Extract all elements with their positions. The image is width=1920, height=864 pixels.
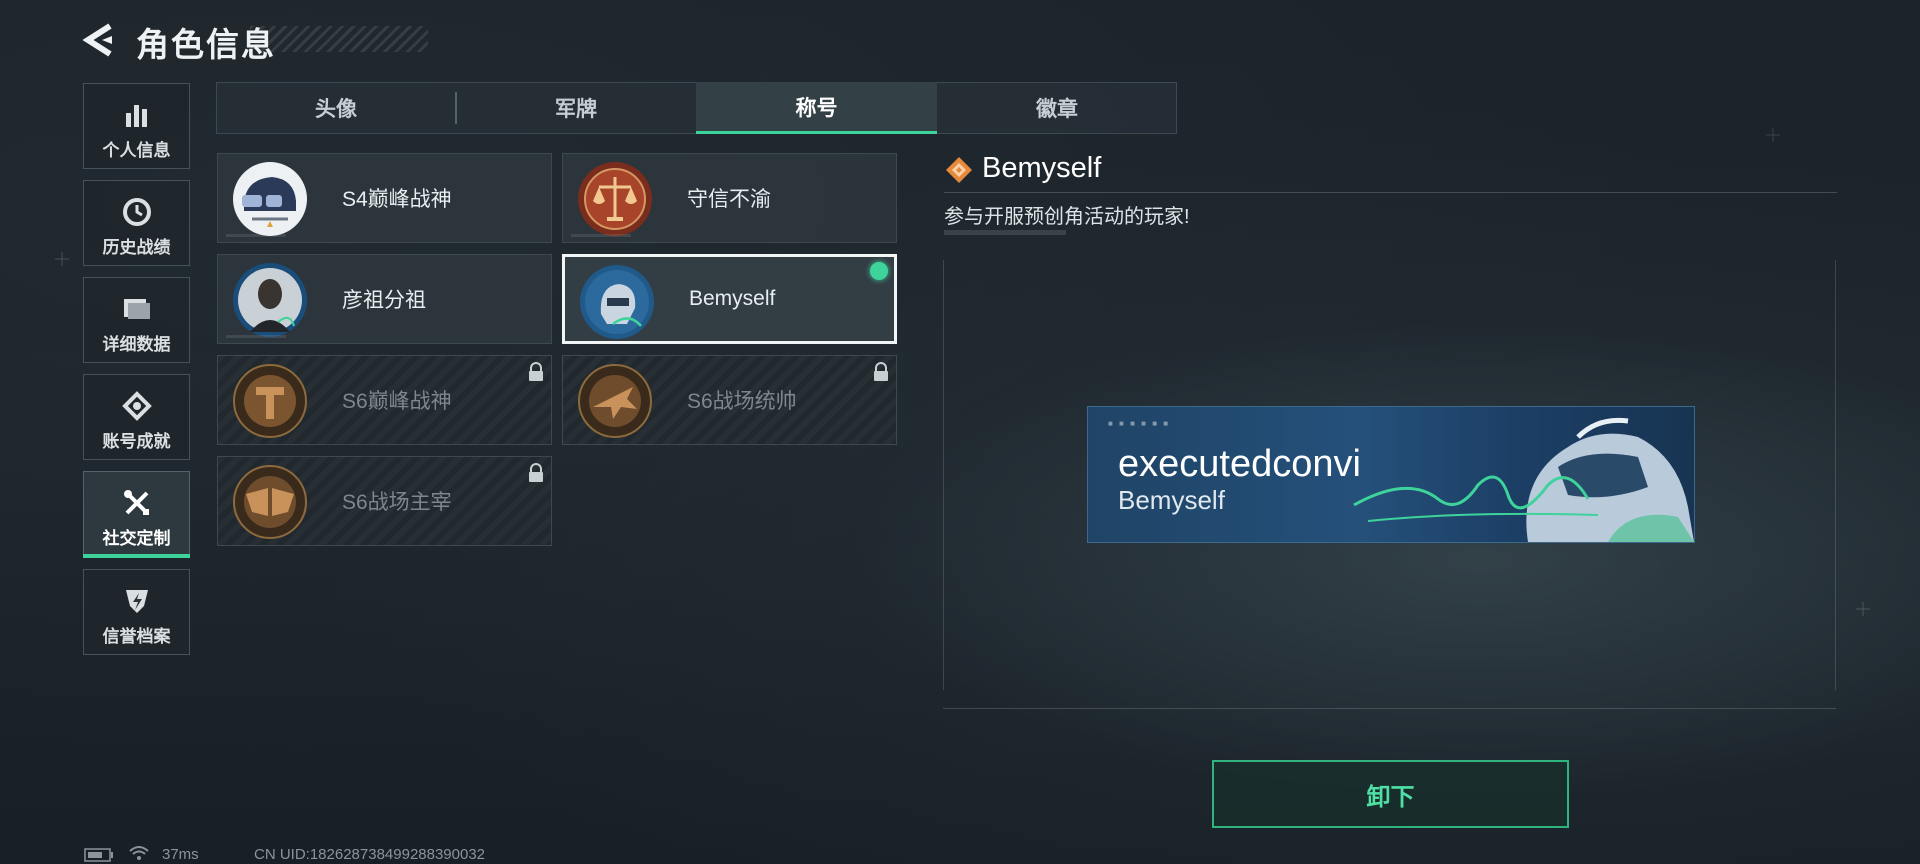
sidebar-active-indicator xyxy=(83,554,190,558)
sidebar-item-history[interactable]: 历史战绩 xyxy=(83,180,190,266)
detail-title: Bemyself xyxy=(982,152,1102,184)
achievement-icon xyxy=(121,391,152,421)
battery-icon xyxy=(84,848,113,862)
card-footer-bar xyxy=(571,234,631,237)
sidebar-item-profile[interactable]: 个人信息 xyxy=(83,83,190,169)
title-card-locked[interactable]: S6战场统帅 xyxy=(562,355,897,445)
bar-chart-icon xyxy=(123,100,151,130)
sidebar-item-label: 社交定制 xyxy=(102,529,171,548)
preview-frame-left xyxy=(943,260,954,690)
bronze-jet-emblem-icon xyxy=(578,364,652,438)
title-card[interactable]: 彦祖分祖 xyxy=(217,254,552,344)
sidebar-item-achievements[interactable]: 账号成就 xyxy=(83,374,190,460)
tab-title[interactable]: 称号 xyxy=(696,82,937,134)
title-name: S6战场主宰 xyxy=(342,491,452,514)
title-card[interactable]: S4巅峰战神 xyxy=(217,153,552,243)
sidebar-item-label: 信誉档案 xyxy=(102,627,171,646)
title-name: 彦祖分祖 xyxy=(342,289,426,312)
page-title: 角色信息 xyxy=(136,26,276,63)
banner-decoration-text: ■ ■ ■ ■ ■ ■ xyxy=(1108,419,1171,428)
title-name: Bemyself xyxy=(689,287,776,310)
sidebar-item-label: 历史战绩 xyxy=(102,238,171,257)
shield-lightning-icon xyxy=(122,586,152,616)
bronze-t-emblem-icon xyxy=(233,364,307,438)
deco-cross-icon xyxy=(1856,602,1870,616)
ping-value: 37ms xyxy=(162,846,199,863)
lock-icon xyxy=(874,362,888,381)
equipped-indicator-dot xyxy=(870,262,888,280)
title-name: S6战场统帅 xyxy=(687,390,797,413)
tab-dog-tag[interactable]: 军牌 xyxy=(457,82,695,134)
sidebar-item-label: 账号成就 xyxy=(102,432,171,451)
sidebar-item-label: 详细数据 xyxy=(102,335,171,354)
lock-icon xyxy=(529,362,543,381)
title-card[interactable]: 守信不渝 xyxy=(562,153,897,243)
signature-graphic-icon xyxy=(1353,475,1599,522)
title-diamond-icon xyxy=(946,157,972,183)
soldier-emblem-icon xyxy=(580,265,654,339)
history-clock-icon xyxy=(122,197,152,227)
lock-icon xyxy=(529,463,543,482)
detail-description: 参与开服预创角活动的玩家! xyxy=(944,206,1190,228)
sidebar-item-social[interactable]: 社交定制 xyxy=(83,471,190,557)
portrait-emblem-icon xyxy=(233,263,307,337)
wifi-icon xyxy=(129,846,149,860)
tab-badge[interactable]: 徽章 xyxy=(937,82,1177,134)
deco-cross-icon xyxy=(1766,128,1780,142)
title-card-selected[interactable]: Bemyself xyxy=(562,254,897,344)
banner-title-text: Bemyself xyxy=(1118,485,1225,515)
card-footer-bar xyxy=(226,335,286,338)
title-name: S6巅峰战神 xyxy=(342,390,452,413)
sidebar-item-details[interactable]: 详细数据 xyxy=(83,277,190,363)
title-card-locked[interactable]: S6战场主宰 xyxy=(217,456,552,546)
card-footer-bar xyxy=(226,234,286,237)
title-name: S4巅峰战神 xyxy=(342,188,452,211)
title-decoration xyxy=(250,26,428,52)
user-uid: CN UID:182628738499288390032 xyxy=(254,846,486,863)
tab-avatar[interactable]: 头像 xyxy=(216,82,456,134)
preview-frame-right xyxy=(1825,260,1836,690)
wrench-screwdriver-icon xyxy=(122,488,152,518)
folder-icon xyxy=(122,294,152,324)
banner-player-name: executedconvi xyxy=(1118,443,1361,485)
back-arrow-icon[interactable] xyxy=(80,20,120,60)
sidebar-item-reputation[interactable]: 信誉档案 xyxy=(83,569,190,655)
bronze-wings-emblem-icon xyxy=(233,465,307,539)
unequip-button[interactable]: 卸下 xyxy=(1212,760,1569,828)
title-name: 守信不渝 xyxy=(687,188,771,211)
title-banner-preview: ■ ■ ■ ■ ■ ■ executedconvi Bemyself xyxy=(1087,406,1695,543)
preview-frame-bottom xyxy=(943,708,1836,709)
title-card-locked[interactable]: S6巅峰战神 xyxy=(217,355,552,445)
sidebar-item-label: 个人信息 xyxy=(102,141,171,160)
detail-divider xyxy=(944,192,1837,193)
deco-cross-icon xyxy=(55,252,69,266)
detail-decoration-bar xyxy=(944,230,1066,235)
scales-emblem-icon xyxy=(578,162,652,236)
helmet-emblem-icon xyxy=(233,162,307,236)
